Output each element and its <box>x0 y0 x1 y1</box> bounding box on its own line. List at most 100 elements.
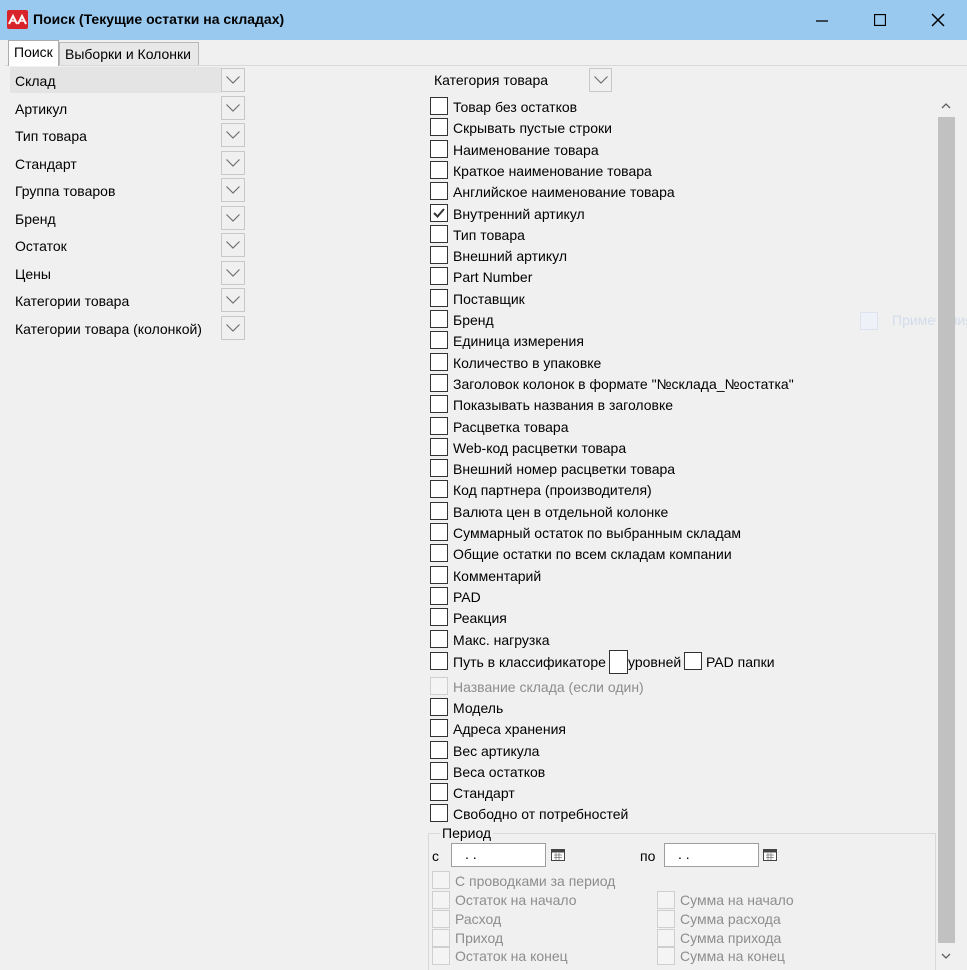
option-label: Краткое наименование товара <box>453 162 652 179</box>
option-label: Внешний номер расцветки товара <box>453 461 676 478</box>
option-checkbox[interactable] <box>430 586 448 605</box>
chevron-down-icon <box>226 241 240 249</box>
option-checkbox[interactable] <box>430 629 448 648</box>
option-checkbox[interactable] <box>430 182 448 201</box>
period-left-label: Остаток на начало <box>455 892 577 908</box>
filter-label: Тип товара <box>15 128 87 144</box>
period-left-checkbox[interactable] <box>432 910 450 928</box>
filter-dropdown[interactable] <box>221 316 245 340</box>
chevron-down-icon <box>226 296 240 304</box>
close-button[interactable] <box>909 0 967 40</box>
date-to-input[interactable]: . . <box>664 843 759 867</box>
option-checkbox[interactable] <box>430 118 448 137</box>
option-label: Веса остатков <box>453 763 546 780</box>
option-checkbox[interactable] <box>430 804 448 823</box>
option-checkbox[interactable] <box>430 459 448 478</box>
option-checkbox[interactable] <box>430 331 448 350</box>
filter-dropdown[interactable] <box>221 68 245 92</box>
option-checkbox[interactable] <box>430 437 448 456</box>
period-left-checkbox[interactable] <box>432 891 450 909</box>
option-label: Код партнера (производителя) <box>453 482 652 499</box>
tab-search[interactable]: Поиск <box>8 40 59 66</box>
ghost-checkbox <box>860 312 878 330</box>
option-checkbox[interactable] <box>430 523 448 541</box>
filter-label: Артикул <box>15 101 68 117</box>
calendar-icon[interactable] <box>551 848 565 861</box>
chevron-down-icon <box>226 186 240 194</box>
scrollbar-thumb[interactable] <box>938 117 955 943</box>
filter-label: Цены <box>15 266 51 282</box>
option-label: Общие остатки по всем складам компании <box>453 546 732 563</box>
title-bar: Поиск (Текущие остатки на складах) <box>0 0 967 40</box>
filter-dropdown[interactable] <box>221 206 245 230</box>
category-dropdown[interactable] <box>589 68 612 92</box>
period-right-label: Сумма на начало <box>680 892 794 908</box>
filter-dropdown[interactable] <box>221 123 245 147</box>
tab-selections-columns[interactable]: Выборки и Колонки <box>59 42 199 65</box>
pad-folders-checkbox[interactable] <box>684 652 702 670</box>
option-checkbox[interactable] <box>430 267 448 286</box>
option-label: Бренд <box>453 312 494 328</box>
option-checkbox[interactable] <box>430 740 448 759</box>
option-checkbox[interactable] <box>430 139 448 158</box>
option-checkbox[interactable] <box>430 288 448 307</box>
levels-input[interactable] <box>609 650 628 674</box>
maximize-button[interactable] <box>851 0 909 40</box>
option-label: Заголовок колонок в формате "№склада_№ос… <box>453 375 794 392</box>
date-from-input[interactable]: . . <box>451 843 546 867</box>
filter-dropdown[interactable] <box>221 178 245 202</box>
option-checkbox[interactable] <box>430 373 448 392</box>
period-right-checkbox[interactable] <box>657 891 675 909</box>
option-label: Суммарный остаток по выбранным складам <box>453 525 742 541</box>
period-right-checkbox[interactable] <box>657 910 675 928</box>
option-checkbox[interactable] <box>430 203 448 222</box>
filter-label: Склад <box>15 73 56 89</box>
option-checkbox[interactable] <box>430 501 448 520</box>
period-right-label: Сумма прихода <box>680 930 782 946</box>
option-checkbox[interactable] <box>430 97 448 115</box>
option-checkbox[interactable] <box>430 698 448 717</box>
option-checkbox[interactable] <box>430 246 448 265</box>
ghost-label: Примечания <box>892 312 967 328</box>
option-checkbox[interactable] <box>430 416 448 435</box>
option-checkbox[interactable] <box>430 352 448 371</box>
filter-dropdown[interactable] <box>221 288 245 312</box>
category-label: Категория товара <box>434 72 549 88</box>
period-left-checkbox[interactable] <box>432 929 450 947</box>
scroll-up-icon[interactable] <box>940 101 952 111</box>
option-checkbox[interactable] <box>430 783 448 801</box>
with-postings-checkbox[interactable] <box>432 871 450 889</box>
option-label: Товар без остатков <box>453 99 578 115</box>
path-classifier-checkbox[interactable] <box>430 652 448 670</box>
with-postings-label: С проводками за период <box>455 873 616 889</box>
option-checkbox[interactable] <box>430 677 448 695</box>
option-checkbox[interactable] <box>430 544 448 563</box>
option-label: Наименование товара <box>453 141 599 158</box>
option-checkbox[interactable] <box>430 480 448 499</box>
filter-dropdown[interactable] <box>221 96 245 120</box>
minimize-button[interactable] <box>793 0 851 40</box>
period-left-checkbox[interactable] <box>432 947 450 965</box>
tab-divider <box>5 65 967 66</box>
filter-dropdown[interactable] <box>221 261 245 285</box>
filter-dropdown[interactable] <box>221 233 245 257</box>
option-label: Расцветка товара <box>453 418 569 435</box>
option-label: Вес артикула <box>453 742 540 759</box>
filter-dropdown[interactable] <box>221 151 245 175</box>
option-label: Реакция <box>453 610 507 627</box>
option-checkbox[interactable] <box>430 608 448 627</box>
scroll-down-icon[interactable] <box>940 951 952 961</box>
chevron-down-icon <box>226 104 240 112</box>
option-checkbox[interactable] <box>430 565 448 584</box>
option-label: Количество в упаковке <box>453 354 602 371</box>
option-checkbox[interactable] <box>430 395 448 414</box>
calendar-icon[interactable] <box>763 848 777 861</box>
period-right-checkbox[interactable] <box>657 929 675 947</box>
option-checkbox[interactable] <box>430 224 448 243</box>
option-checkbox[interactable] <box>430 719 448 738</box>
option-checkbox[interactable] <box>430 310 448 328</box>
option-checkbox[interactable] <box>430 160 448 179</box>
option-label: Web-код расцветки товара <box>453 439 627 456</box>
period-right-checkbox[interactable] <box>657 947 675 965</box>
option-checkbox[interactable] <box>430 761 448 780</box>
